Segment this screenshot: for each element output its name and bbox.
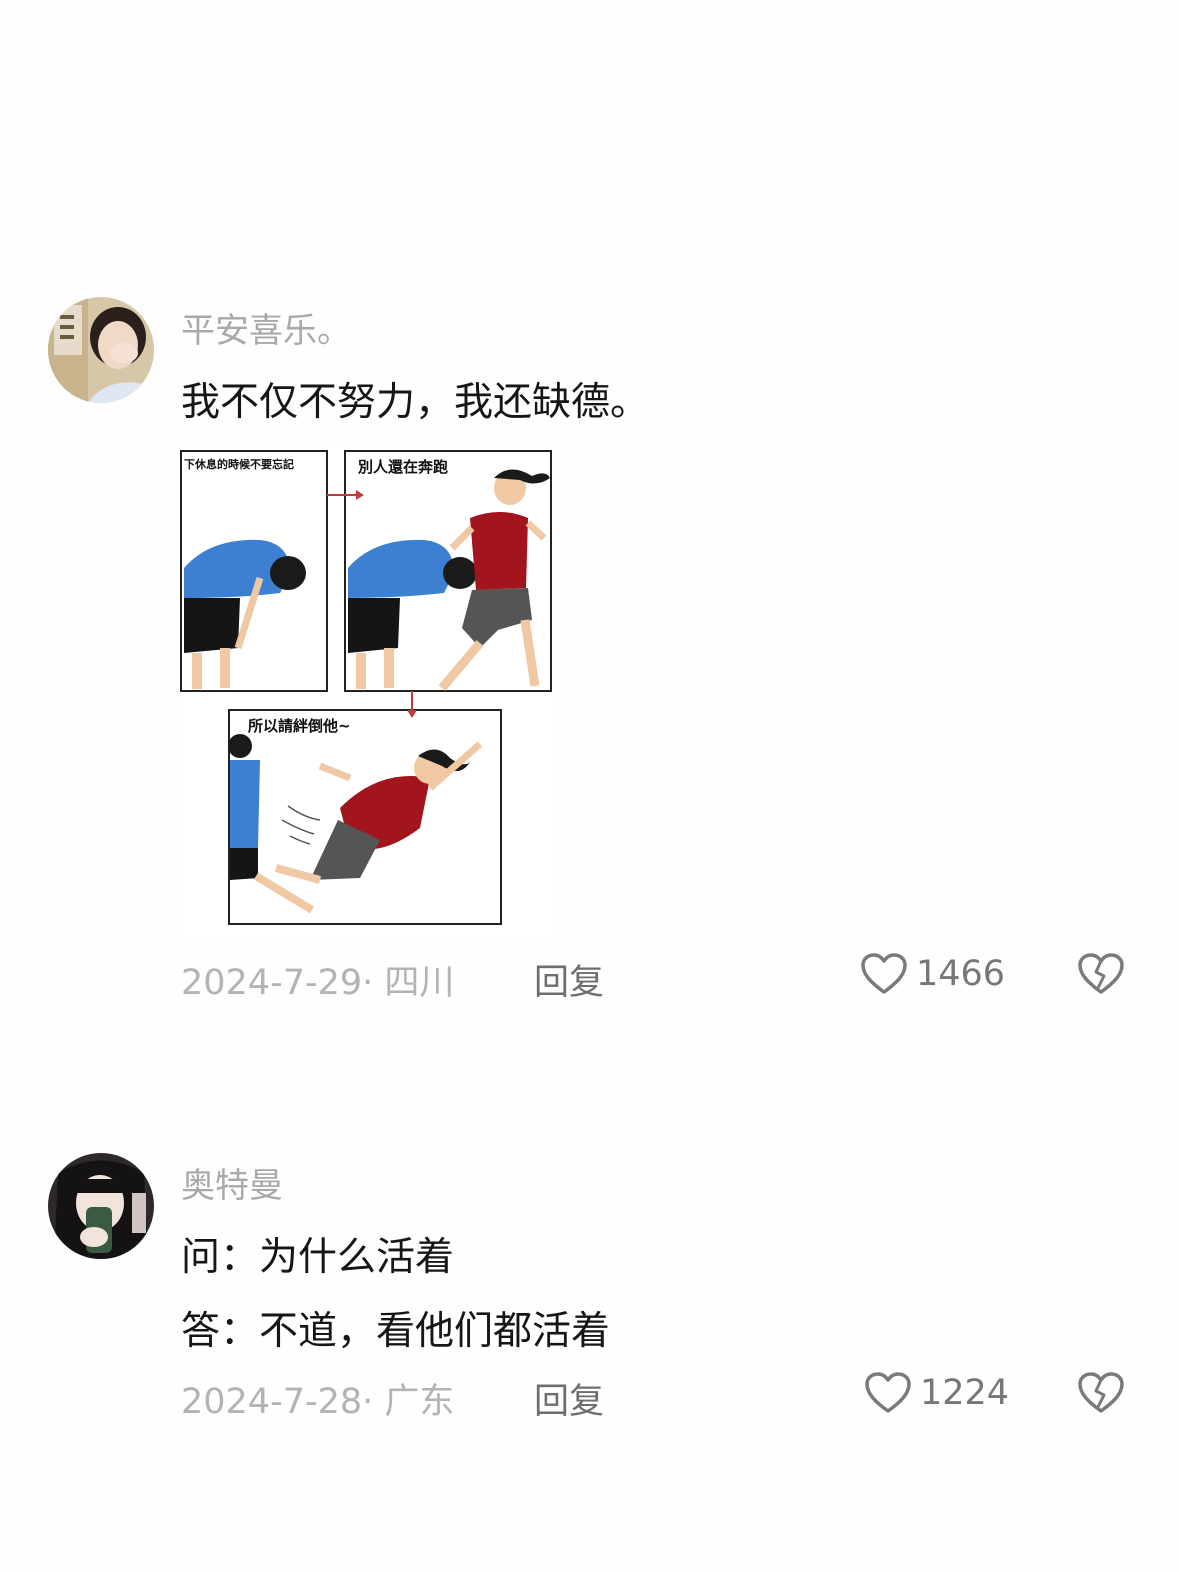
comment-date: 2024-7-28 [181, 1382, 363, 1422]
reply-button[interactable]: 回复 [534, 1373, 604, 1424]
avatar[interactable] [48, 297, 154, 403]
heart-outline-icon[interactable] [864, 1371, 912, 1415]
comment-meta: 2024-7-28· 广东 [181, 1382, 455, 1422]
comment-location: 四川 [384, 963, 455, 1003]
comment-text: 我不仅不努力，我还缺德。 [181, 380, 650, 425]
username[interactable]: 奥特曼 [181, 1158, 283, 1207]
broken-heart-icon[interactable] [1077, 1369, 1125, 1415]
reply-button[interactable]: 回复 [534, 954, 604, 1005]
avatar[interactable] [48, 1153, 154, 1259]
meme-caption-2: 別人還在奔跑 [358, 458, 449, 476]
broken-heart-icon[interactable] [1077, 950, 1125, 996]
comment-text: 答：不道，看他们都活着 [181, 1309, 611, 1354]
comment-location: 广东 [384, 1382, 455, 1422]
comment-image[interactable]: 下休息的時候不要忘記 別人還在奔跑 所以請絆倒他~ [180, 448, 552, 936]
username[interactable]: 平安喜乐。 [181, 303, 351, 352]
comment-meta: 2024-7-29· 四川 [181, 963, 455, 1003]
like-count: 1466 [916, 954, 1006, 994]
comment-date: 2024-7-29 [181, 963, 363, 1003]
meme-caption-3: 所以請絆倒他~ [248, 717, 351, 735]
like-count: 1224 [920, 1373, 1010, 1413]
meme-caption-1: 下休息的時候不要忘記 [184, 458, 294, 471]
heart-outline-icon[interactable] [860, 952, 908, 996]
comment-text: 问：为什么活着 [181, 1235, 455, 1280]
